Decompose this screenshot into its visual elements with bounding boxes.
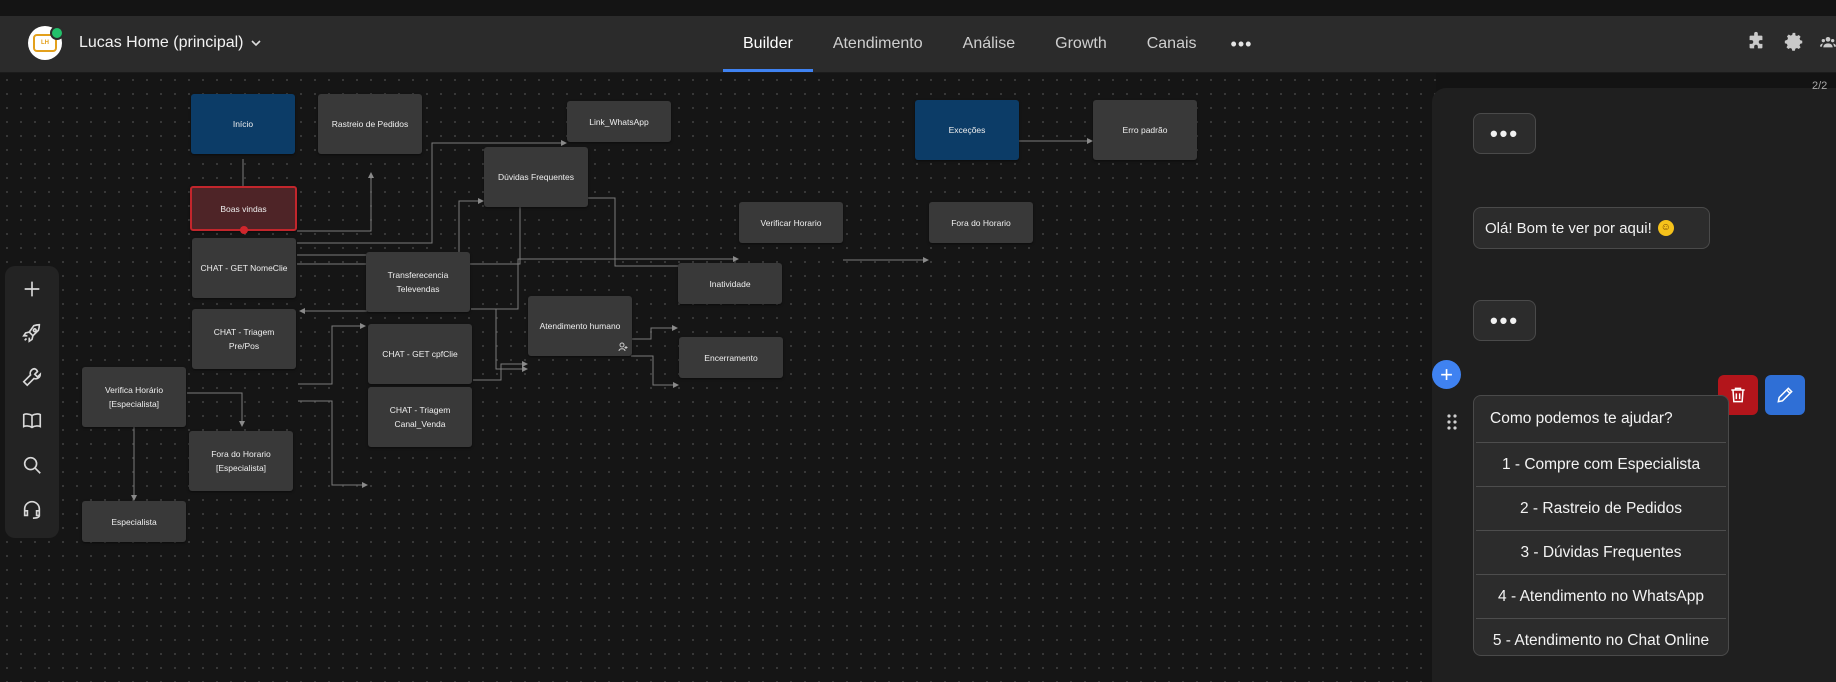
pencil-icon — [1777, 387, 1793, 403]
node-chat-get-cpf[interactable]: CHAT - GET cpfClie — [368, 324, 472, 384]
menu-question: Como podemos te ajudar? — [1490, 410, 1673, 427]
smile-emoji-icon: ☺ — [1657, 220, 1674, 236]
tab-canais[interactable]: Canais — [1127, 16, 1217, 72]
rocket-icon[interactable] — [19, 320, 45, 346]
node-fora-do-horario[interactable]: Fora do Horario — [929, 202, 1033, 243]
node-erro-padrao[interactable]: Erro padrão — [1093, 100, 1197, 160]
plus-icon[interactable] — [19, 276, 45, 302]
option-3[interactable]: 3 - Dúvidas Frequentes — [1476, 530, 1726, 574]
node-encerramento[interactable]: Encerramento — [679, 337, 783, 378]
team-icon[interactable] — [1820, 30, 1836, 54]
node-atendimento-humano[interactable]: Atendimento humano — [528, 296, 632, 356]
option-4[interactable]: 4 - Atendimento no WhatsApp — [1476, 574, 1726, 618]
option-2[interactable]: 2 - Rastreio de Pedidos — [1476, 486, 1726, 530]
node-transferencia-televendas[interactable]: Transferecencia Televendas — [366, 252, 470, 312]
book-icon[interactable] — [19, 408, 45, 434]
node-link-whatsapp[interactable]: Link_WhatsApp — [567, 101, 671, 142]
typing-indicator: ••• — [1473, 113, 1536, 154]
chevron-down-icon — [250, 40, 261, 47]
search-icon[interactable] — [19, 452, 45, 478]
online-status-dot — [50, 26, 64, 40]
greeting-text: Olá! Bom te ver por aqui! — [1485, 219, 1652, 237]
typing-indicator-2: ••• — [1473, 300, 1536, 341]
node-verificar-horario[interactable]: Verificar Horario — [739, 202, 843, 243]
tab-atendimento[interactable]: Atendimento — [813, 16, 943, 72]
tab-growth[interactable]: Growth — [1035, 16, 1127, 72]
edit-button[interactable] — [1765, 375, 1805, 415]
node-chat-get-nome[interactable]: CHAT - GET NomeClie — [192, 238, 296, 298]
node-rastreio-pedidos[interactable]: Rastreio de Pedidos — [318, 94, 422, 154]
node-atendimento-humano-label: Atendimento humano — [539, 321, 621, 331]
node-inicio[interactable]: Início — [191, 94, 295, 154]
node-chat-triagem-canal[interactable]: CHAT - Triagem Canal_Venda — [368, 387, 472, 447]
puzzle-icon[interactable] — [1744, 30, 1768, 54]
node-chat-triagem-prepos[interactable]: CHAT - Triagem Pre/Pos — [192, 309, 296, 369]
node-duvidas-frequentes[interactable]: Dúvidas Frequentes — [484, 147, 588, 207]
canvas-toolbar — [5, 266, 59, 538]
node-inatividade[interactable]: Inatividade — [678, 263, 782, 304]
drag-handle-icon[interactable] — [1446, 413, 1458, 431]
output-handle[interactable] — [240, 226, 248, 234]
node-especialista[interactable]: Especialista — [82, 501, 186, 542]
user-add-icon — [618, 342, 628, 352]
workspace-selector[interactable]: Lucas Home (principal) — [79, 34, 262, 52]
trash-icon — [1731, 387, 1745, 403]
workspace-name: Lucas Home (principal) — [79, 34, 244, 51]
add-message-button[interactable]: + — [1432, 360, 1461, 389]
option-1[interactable]: 1 - Compre com Especialista — [1476, 442, 1726, 486]
node-excecoes[interactable]: Exceções — [915, 100, 1019, 160]
headset-icon[interactable] — [19, 496, 45, 522]
option-5[interactable]: 5 - Atendimento no Chat Online — [1476, 618, 1726, 655]
node-verifica-horario-especialista[interactable]: Verifica Horário [Especialista] — [82, 367, 186, 427]
tab-builder[interactable]: Builder — [723, 16, 813, 72]
tab-analise[interactable]: Análise — [943, 16, 1035, 72]
greeting-message[interactable]: Olá! Bom te ver por aqui! ☺ — [1473, 207, 1710, 249]
page-counter: 2/2 — [1812, 80, 1828, 92]
header-actions — [1744, 30, 1836, 54]
options-menu-message[interactable]: Como podemos te ajudar? 1 - Compre com E… — [1473, 395, 1729, 656]
wrench-icon[interactable] — [19, 364, 45, 390]
main-nav: Builder Atendimento Análise Growth Canai… — [723, 16, 1266, 72]
node-boas-vindas-label: Boas vindas — [220, 203, 267, 214]
node-fora-horario-especialista[interactable]: Fora do Horario [Especialista] — [189, 431, 293, 491]
gear-icon[interactable] — [1782, 30, 1806, 54]
more-menu-button[interactable]: ••• — [1217, 16, 1267, 72]
window-top-strip — [0, 0, 1836, 16]
brand-logo[interactable]: LH — [28, 26, 64, 60]
flow-canvas[interactable]: Início Rastreio de Pedidos Link_WhatsApp… — [0, 73, 1436, 682]
app-header: LH Lucas Home (principal) Builder Atendi… — [0, 16, 1836, 73]
node-boas-vindas[interactable]: Boas vindas — [190, 186, 297, 234]
